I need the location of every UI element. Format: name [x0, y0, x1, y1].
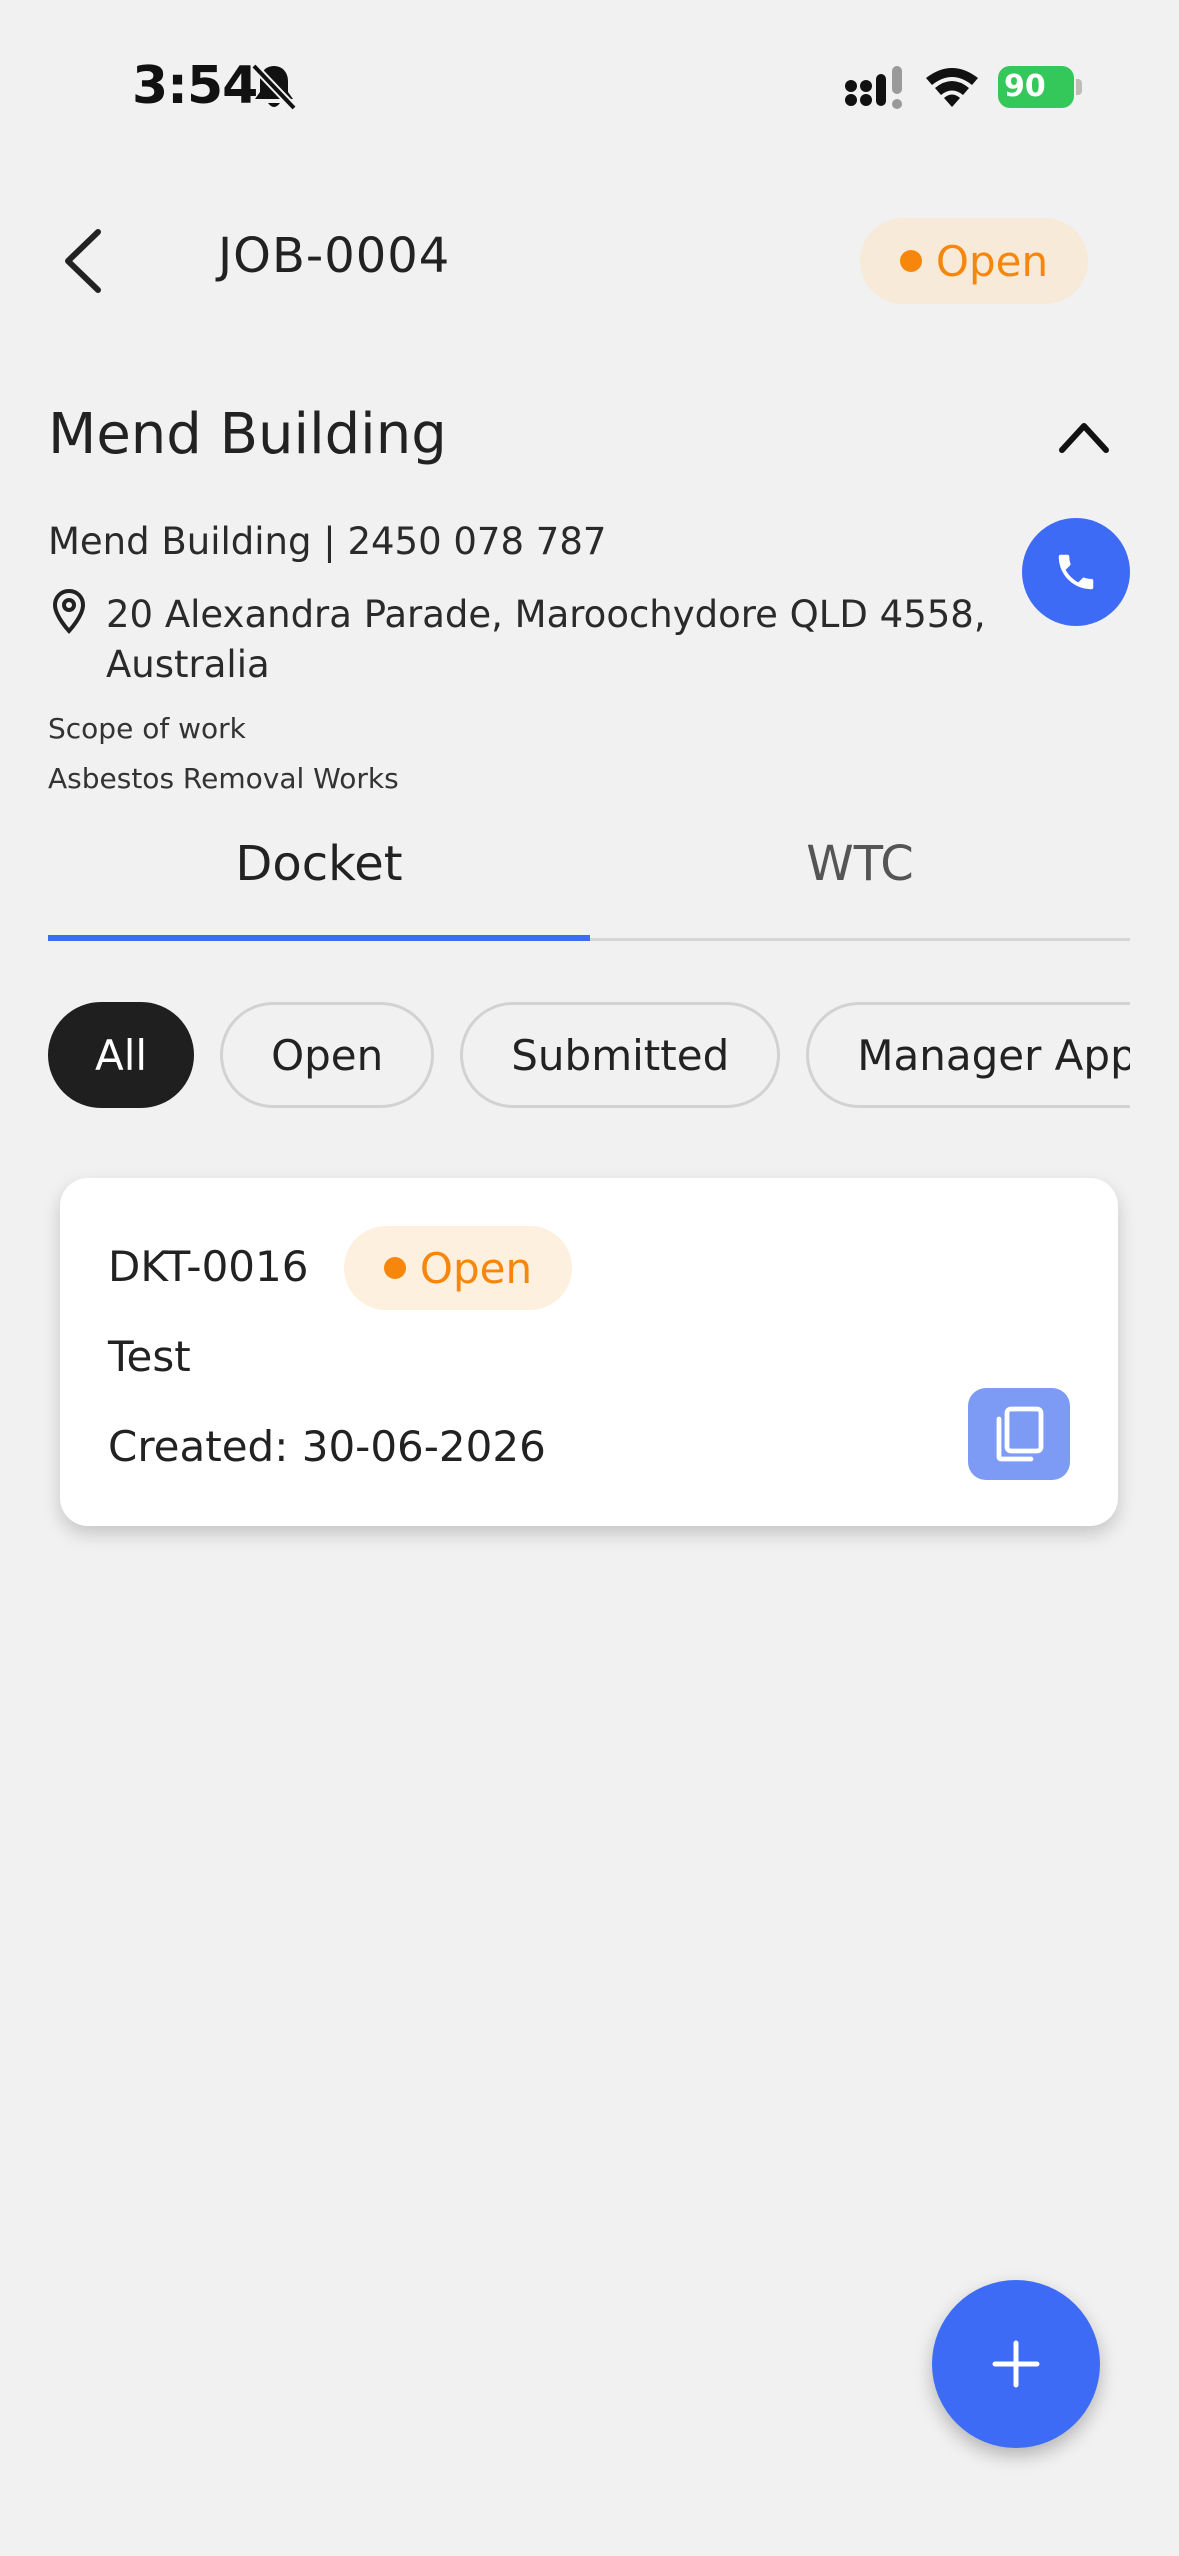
phone-icon	[1058, 554, 1094, 590]
status-time: 3:54	[132, 56, 258, 116]
signal-icon	[845, 66, 902, 109]
status-dot	[899, 250, 922, 272]
chevron-up-icon[interactable]	[1056, 416, 1112, 456]
docket-status-badge: Open	[344, 1226, 572, 1310]
filter-chip-all[interactable]: All	[48, 1002, 195, 1108]
tab-indicator	[48, 935, 590, 941]
plus-icon	[992, 2340, 1040, 2388]
docket-status-label: Open	[419, 1243, 533, 1293]
tab-wtc[interactable]: WTC	[590, 836, 1130, 892]
status-badge: Open	[860, 218, 1088, 304]
chevron-left-icon[interactable]	[58, 226, 108, 296]
call-button[interactable]	[1022, 518, 1130, 626]
status-badge-label: Open	[935, 236, 1049, 286]
tab-docket[interactable]: Docket	[48, 836, 590, 892]
filter-chips[interactable]: All Open Submitted Manager Approved	[48, 1002, 1130, 1108]
battery-level: 90	[998, 66, 1074, 108]
copy-docket-button[interactable]	[968, 1388, 1070, 1480]
docket-id: DKT-0016	[108, 1242, 309, 1291]
add-docket-button[interactable]	[932, 2280, 1100, 2448]
building-name: Mend Building	[48, 402, 447, 467]
location-pin-icon	[52, 588, 86, 634]
docket-card[interactable]: DKT-0016 Open Test Created: 30-06-2026	[60, 1178, 1118, 1526]
filter-chip-manager-approved[interactable]: Manager Approved	[806, 1002, 1130, 1108]
status-dot	[383, 1257, 406, 1279]
copy-icon	[996, 1406, 1044, 1462]
scope-value: Asbestos Removal Works	[48, 762, 399, 795]
bell-slash-icon	[251, 63, 297, 111]
building-contact: Mend Building | 2450 078 787	[48, 520, 607, 563]
docket-created: Created: 30-06-2026	[108, 1422, 546, 1471]
filter-chip-open[interactable]: Open	[220, 1002, 435, 1108]
battery-charging-icon: 90	[998, 66, 1082, 108]
docket-description: Test	[108, 1332, 191, 1381]
filter-chip-submitted[interactable]: Submitted	[460, 1002, 781, 1108]
building-address: 20 Alexandra Parade, Maroochydore QLD 45…	[106, 593, 986, 686]
scope-label: Scope of work	[48, 712, 246, 745]
wifi-icon	[926, 68, 978, 107]
page-title: JOB-0004	[218, 228, 451, 284]
